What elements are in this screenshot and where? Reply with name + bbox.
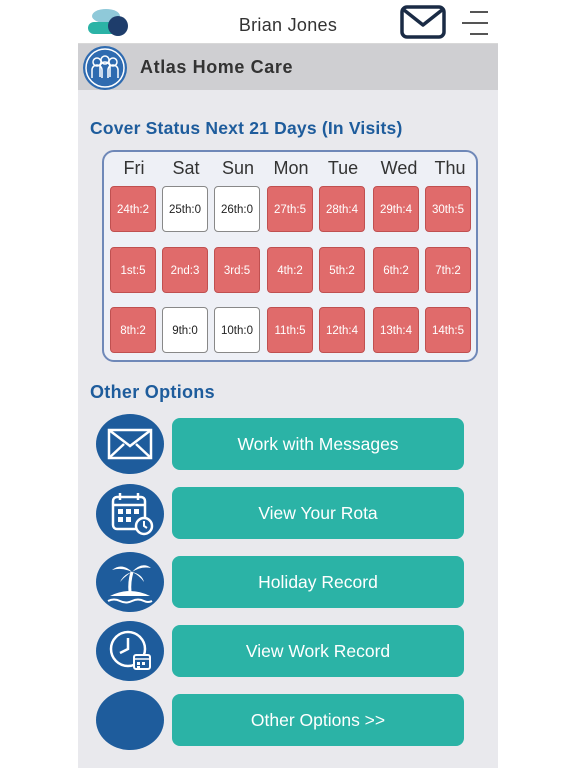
calendar-day-cell[interactable]: 28th:4 <box>319 186 365 232</box>
day-header: Fri <box>123 158 145 178</box>
holiday-record-button[interactable]: Holiday Record <box>172 556 464 608</box>
day-header: Wed <box>380 158 418 178</box>
palm-tree-island-icon[interactable] <box>96 552 164 612</box>
calendar-day-cell[interactable]: 14th:5 <box>425 307 471 353</box>
day-header: Sun <box>221 158 255 178</box>
clock-calendar-icon[interactable] <box>96 621 164 681</box>
view-work-record-button[interactable]: View Work Record <box>172 625 464 677</box>
view-your-rota-button[interactable]: View Your Rota <box>172 487 464 539</box>
calendar-day-cell[interactable]: 7th:2 <box>425 247 471 293</box>
day-header: Tue <box>327 158 359 178</box>
calendar-day-cell[interactable]: 1st:5 <box>110 247 156 293</box>
calendar-day-cell[interactable]: 29th:4 <box>373 186 419 232</box>
top-bar: Brian Jones <box>78 0 498 44</box>
calendar-day-cell[interactable]: 9th:0 <box>162 307 208 353</box>
calendar-day-cell[interactable]: 13th:4 <box>373 307 419 353</box>
app-screen: Brian Jones Atlas Home Care Cover Status… <box>78 0 498 768</box>
calendar-day-cell[interactable]: 8th:2 <box>110 307 156 353</box>
day-header: Mon <box>273 158 309 178</box>
work-with-messages-button[interactable]: Work with Messages <box>172 418 464 470</box>
company-bar: Atlas Home Care <box>78 44 498 90</box>
calendar-day-cell[interactable]: 27th:5 <box>267 186 313 232</box>
calendar-day-cell[interactable]: 12th:4 <box>319 307 365 353</box>
envelope-icon[interactable] <box>96 414 164 474</box>
calendar-day-cell[interactable]: 4th:2 <box>267 247 313 293</box>
day-header: Thu <box>434 158 466 178</box>
calendar-day-cell[interactable]: 11th:5 <box>267 307 313 353</box>
other-options-button[interactable]: Other Options >> <box>172 694 464 746</box>
day-headers: Fri Sat Sun Mon Tue Wed Thu <box>110 158 474 182</box>
calendar-day-cell[interactable]: 3rd:5 <box>214 247 260 293</box>
calendar-day-cell[interactable]: 2nd:3 <box>162 247 208 293</box>
menu-icon[interactable] <box>458 8 492 38</box>
calendar-day-cell[interactable]: 30th:5 <box>425 186 471 232</box>
calendar-day-cell[interactable]: 10th:0 <box>214 307 260 353</box>
other-options-title: Other Options <box>90 382 215 402</box>
day-header: Sat <box>172 158 200 178</box>
calendar-day-cell[interactable]: 26th:0 <box>214 186 260 232</box>
company-name: Atlas Home Care <box>140 57 294 77</box>
calendar-day-cell[interactable]: 5th:2 <box>319 247 365 293</box>
people-group-icon <box>83 46 127 90</box>
cover-calendar: Fri Sat Sun Mon Tue Wed Thu 24th:2 25th:0… <box>102 150 478 362</box>
calendar-day-cell[interactable]: 6th:2 <box>373 247 419 293</box>
calendar-icon[interactable] <box>96 484 164 544</box>
messages-envelope-icon[interactable] <box>400 5 446 39</box>
blank-circle-icon[interactable] <box>96 690 164 750</box>
calendar-day-cell[interactable]: 25th:0 <box>162 186 208 232</box>
calendar-day-cell[interactable]: 24th:2 <box>110 186 156 232</box>
cover-status-title: Cover Status Next 21 Days (In Visits) <box>90 118 403 138</box>
